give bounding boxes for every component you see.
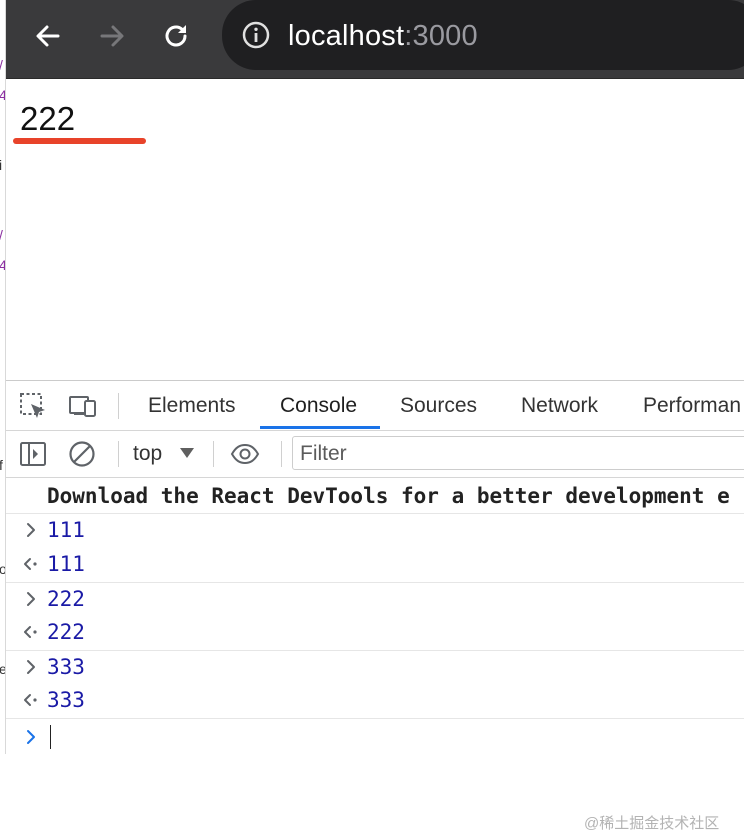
console-input-value: 222	[47, 587, 85, 611]
sidebar-icon	[20, 442, 46, 466]
inspect-element-button[interactable]	[16, 389, 50, 423]
page-content: 222	[6, 79, 744, 379]
console-input-row: 333	[6, 651, 744, 685]
forward-arrow-icon	[100, 25, 124, 47]
result-arrow-icon	[24, 694, 37, 706]
show-sidebar-button[interactable]	[16, 437, 50, 471]
reload-icon	[165, 25, 187, 47]
devtools-tab-bar: Elements Console Sources Network Perform…	[6, 381, 744, 431]
tab-performance[interactable]: Performan	[643, 381, 741, 430]
url-port: :3000	[404, 20, 478, 52]
input-chevron-icon	[27, 523, 35, 537]
console-result-value: 333	[47, 688, 85, 712]
console-toolbar: top	[6, 431, 744, 478]
input-chevron-icon	[27, 592, 35, 606]
toolbar-divider	[118, 441, 119, 467]
filter-box[interactable]	[292, 436, 744, 470]
result-arrow-icon	[24, 626, 37, 638]
tab-sources[interactable]: Sources	[400, 381, 477, 430]
console-input-row: 111	[6, 514, 744, 548]
clear-console-icon	[69, 441, 95, 467]
edge-glyph: e	[0, 662, 5, 676]
url-text: localhost:3000	[288, 18, 478, 54]
tab-elements[interactable]: Elements	[148, 381, 236, 430]
console-input-row: 222	[6, 583, 744, 617]
edge-glyph: 4	[0, 258, 5, 272]
device-toggle-icon	[69, 396, 96, 417]
console-result-value: 222	[47, 620, 85, 644]
back-arrow-icon	[36, 25, 60, 47]
context-selector[interactable]: top	[133, 431, 162, 477]
context-dropdown-icon[interactable]	[180, 448, 194, 458]
inspect-icon	[20, 393, 45, 418]
devtools-panel: Elements Console Sources Network Perform…	[6, 380, 744, 832]
adjacent-window-edge: / 4 i / 4 f o e	[0, 0, 6, 754]
toolbar-divider	[118, 393, 119, 419]
prompt-caret	[50, 725, 51, 749]
console-message: Download the React DevTools for a better…	[47, 484, 730, 508]
tab-network[interactable]: Network	[521, 381, 598, 430]
edge-glyph: i	[0, 158, 3, 172]
console-input-value: 111	[47, 518, 85, 542]
edge-glyph: 4	[0, 88, 5, 102]
console-result-row: 222	[6, 616, 744, 650]
prompt-chevron-icon	[27, 730, 35, 744]
live-expression-button[interactable]	[228, 437, 262, 471]
entry-divider	[6, 718, 744, 719]
console-prompt[interactable]	[6, 721, 744, 755]
active-tab-indicator	[260, 426, 380, 429]
console-result-row: 333	[6, 684, 744, 718]
reload-button[interactable]	[154, 14, 198, 58]
site-info-icon[interactable]	[242, 21, 270, 49]
forward-button[interactable]	[90, 14, 134, 58]
watermark: @稀土掘金技术社区	[584, 815, 720, 832]
console-result-row: 111	[6, 548, 744, 582]
address-bar[interactable]: localhost:3000	[222, 0, 744, 70]
edge-glyph: o	[0, 562, 5, 576]
page-value-text: 222	[20, 100, 76, 137]
tab-console[interactable]: Console	[280, 381, 357, 430]
edge-glyph: /	[0, 58, 5, 72]
console-result-value: 111	[47, 552, 85, 576]
console-output: Download the React DevTools for a better…	[6, 478, 744, 832]
browser-toolbar: localhost:3000	[0, 0, 744, 79]
eye-icon	[230, 443, 260, 465]
toolbar-divider	[213, 441, 214, 467]
input-chevron-icon	[27, 660, 35, 674]
console-input-value: 333	[47, 655, 85, 679]
annotation-underline	[13, 138, 146, 144]
toolbar-divider	[281, 441, 282, 467]
edge-glyph: /	[0, 228, 5, 242]
filter-input[interactable]	[300, 441, 740, 467]
clear-console-button[interactable]	[65, 437, 99, 471]
result-arrow-icon	[24, 558, 37, 570]
url-host: localhost	[288, 20, 405, 52]
device-toolbar-button[interactable]	[66, 389, 100, 423]
back-button[interactable]	[26, 14, 70, 58]
edge-glyph: f	[0, 458, 3, 472]
